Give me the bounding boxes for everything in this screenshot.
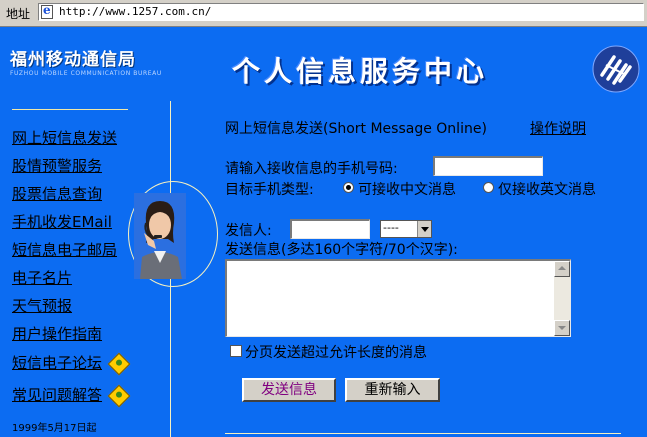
address-label: 地址 — [6, 7, 31, 21]
operator-photo — [134, 193, 186, 279]
radio-english[interactable] — [483, 182, 494, 193]
phone-type-label: 目标手机类型: — [225, 182, 314, 198]
sidebar-item-weather[interactable]: 天气预报 — [12, 295, 72, 316]
radio-english-label: 仅接收英文消息 — [498, 182, 596, 198]
china-mobile-logo-icon — [592, 45, 640, 93]
sidebar-item-faq[interactable]: 常见问题解答 — [12, 384, 102, 405]
reset-button[interactable]: 重新输入 — [345, 378, 440, 402]
chevron-down-icon[interactable] — [417, 221, 431, 237]
form-heading: 网上短信息发送(Short Message Online) — [225, 121, 487, 137]
sidebar-item-sms-forum[interactable]: 短信电子论坛 — [12, 352, 102, 373]
sender-select-value: ---- — [383, 221, 399, 234]
address-field[interactable]: http://www.1257.com.cn/ — [38, 3, 644, 21]
help-link[interactable]: 操作说明 — [530, 118, 586, 138]
sender-select[interactable]: ---- — [380, 220, 432, 238]
sidebar-item-stock-alert[interactable]: 股情预警服务 — [12, 155, 102, 176]
radio-chinese-label: 可接收中文消息 — [358, 182, 456, 198]
message-textarea[interactable] — [225, 259, 571, 337]
logo-title: 福州移动通信局 — [10, 50, 136, 70]
sidebar-item-mobile-email[interactable]: 手机收发EMail — [12, 211, 112, 232]
phone-label: 请输入接收信息的手机号码: — [225, 161, 398, 177]
sidebar-item-user-guide[interactable]: 用户操作指南 — [12, 323, 102, 344]
sidebar-item-business-card[interactable]: 电子名片 — [12, 267, 72, 288]
sidebar-top-rule — [12, 109, 128, 110]
address-url[interactable]: http://www.1257.com.cn/ — [59, 5, 211, 18]
sidebar-item-sms-mailbox[interactable]: 短信息电子邮局 — [12, 239, 117, 260]
sender-input[interactable] — [290, 219, 370, 239]
page-icon — [41, 3, 53, 19]
split-send-label: 分页发送超过允许长度的消息 — [245, 345, 427, 361]
split-send-checkbox[interactable] — [230, 345, 242, 357]
page-title: 个人信息服务中心 — [232, 55, 489, 88]
phone-input[interactable] — [433, 156, 543, 176]
address-bar: 地址 http://www.1257.com.cn/ — [0, 0, 647, 27]
radio-chinese[interactable] — [343, 182, 354, 193]
scroll-down-icon[interactable] — [554, 320, 570, 336]
bottom-rule — [225, 433, 621, 434]
logo-subtitle: FUZHOU MOBILE COMMUNICATION BUREAU — [10, 70, 162, 77]
sidebar-item-sms-online[interactable]: 网上短信息发送 — [12, 127, 117, 148]
scroll-up-icon[interactable] — [554, 261, 570, 277]
since-date: 1999年5月17日起 — [12, 423, 97, 434]
send-button[interactable]: 发送信息 — [242, 378, 336, 402]
new-badge-icon — [107, 352, 131, 376]
new-badge-icon — [107, 384, 131, 408]
sidebar-item-stock-query[interactable]: 股票信息查询 — [12, 183, 102, 204]
sender-label: 发信人: — [225, 223, 272, 239]
message-label: 发送信息(多达160个字符/70个汉字): — [225, 242, 458, 258]
page-body: 福州移动通信局 FUZHOU MOBILE COMMUNICATION BURE… — [0, 27, 647, 437]
message-scrollbar[interactable] — [554, 261, 570, 336]
